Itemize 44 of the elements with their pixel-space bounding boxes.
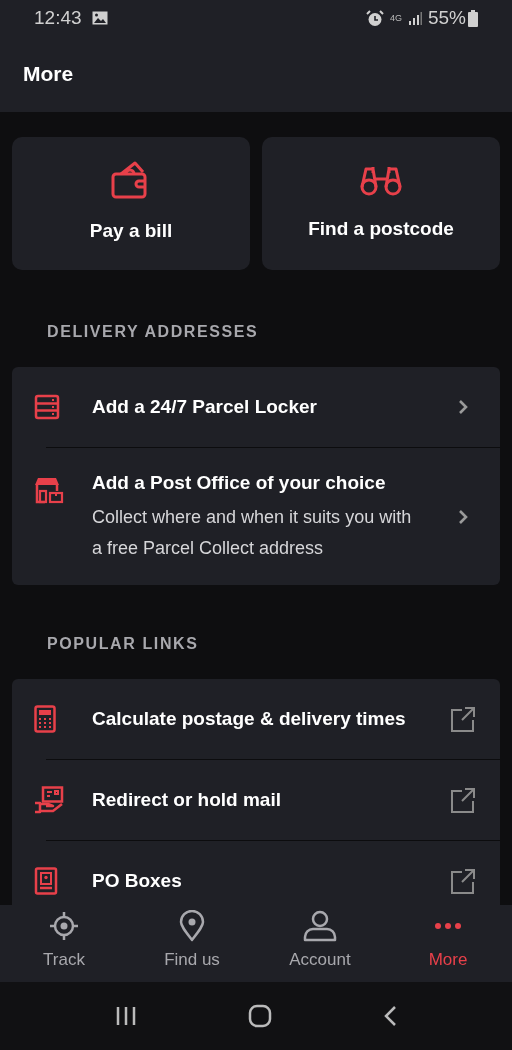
section-heading: POPULAR LINKS [47,634,200,654]
nav-tab[interactable]: More [384,905,512,982]
mailbox-icon [34,867,58,895]
item-title: PO Boxes [92,868,183,893]
home-icon [248,1004,272,1028]
location-pin-icon [179,909,205,942]
calculator-icon [34,705,56,733]
status-time: 12:43 [34,5,82,30]
list-item[interactable]: PO Boxes [12,841,500,905]
alarm-icon [365,9,384,27]
item-title: Add a Post Office of your choice [92,471,387,496]
more-dots-icon [434,921,462,930]
list-item[interactable]: Add a 24/7 Parcel Locker [12,367,500,447]
external-link-icon [450,868,476,894]
page-title: More [23,61,74,88]
nav-tab[interactable]: Find us [128,905,256,982]
back-icon [382,1005,397,1027]
external-link-icon [450,706,476,732]
nav-tab[interactable]: Account [256,905,384,982]
list-item[interactable]: Add a Post Office of your choice Collect where and when it suits you with a free Parcel Collect address [12,448,500,585]
shortcut-tile[interactable]: Find a postcode [262,137,500,270]
item-description: Collect where and when it suits you with a free Parcel Collect address [92,505,413,560]
person-icon [303,909,337,942]
list-item[interactable]: Calculate postage & delivery times [12,679,500,759]
item-title: Calculate postage & delivery times [92,706,407,731]
list-item[interactable]: Redirect or hold mail [12,760,500,840]
section-heading: DELIVERY ADDRESSES [47,322,260,342]
shortcut-tile[interactable]: Pay a bill [12,137,250,270]
locker-icon [34,394,60,420]
battery-icon [468,9,478,27]
nav-tab[interactable]: Track [0,905,128,982]
network-type: 4G [389,13,402,23]
chevron-right-icon [458,399,468,415]
chevron-right-icon [458,508,468,525]
recent-apps-icon [115,1006,138,1026]
item-title: Redirect or hold mail [92,787,282,812]
battery-percent: 55% [427,5,466,30]
item-title: Add a 24/7 Parcel Locker [92,394,318,419]
image-icon [91,11,108,25]
signal-icon [407,11,422,25]
crosshair-icon [48,909,80,942]
external-link-icon [450,787,476,813]
hand-mail-icon [34,786,64,814]
shop-icon [34,476,64,504]
